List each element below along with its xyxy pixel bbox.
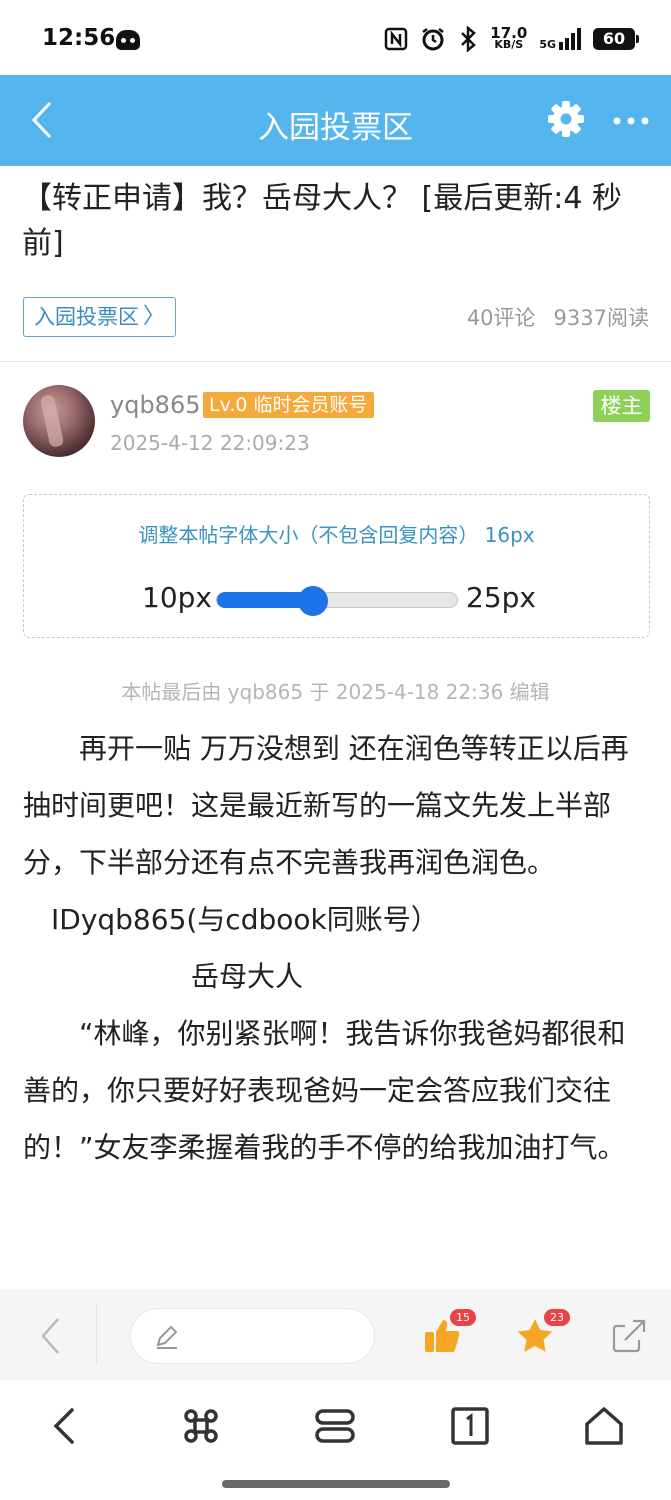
view-count: 9337阅读 xyxy=(553,306,649,330)
like-count-badge: 15 xyxy=(450,1309,476,1326)
gesture-home-bar[interactable] xyxy=(222,1480,450,1488)
app-header: 入园投票区 xyxy=(0,75,671,166)
font-size-slider[interactable] xyxy=(216,586,458,616)
font-size-adjuster: 调整本帖字体大小（不包含回复内容） 16px 10px 25px xyxy=(23,494,650,638)
signal-group: 5G xyxy=(539,28,581,50)
avatar[interactable] xyxy=(23,385,95,457)
op-badge: 楼主 xyxy=(593,390,650,422)
signal-icon xyxy=(559,28,581,50)
robot-app-icon xyxy=(116,30,140,50)
gear-icon[interactable] xyxy=(546,99,586,139)
reply-input[interactable] xyxy=(130,1308,375,1364)
post-title: 【转正申请】我？岳母大人？ [最后更新:4 秒前] xyxy=(22,181,622,261)
level-badge: Lv.0 临时会员账号 xyxy=(203,392,374,418)
content-paragraph: IDyqb865(与cdbook同账号） xyxy=(23,903,439,936)
post-time: 2025-4-12 22:09:23 xyxy=(110,431,310,455)
content-paragraph: 岳母大人 xyxy=(23,960,304,993)
system-nav-bar xyxy=(0,1380,671,1500)
post-stats: 40评论 9337阅读 xyxy=(467,302,649,332)
net-speed: 17.0 KB/S xyxy=(490,24,528,51)
font-size-min-label: 10px xyxy=(142,581,212,614)
status-icons: 17.0 KB/S 5G 60 xyxy=(384,24,639,52)
nfc-icon xyxy=(385,27,408,51)
content-paragraph: “林峰，你别紧张啊！我告诉你我爸妈都很和善的，你只要好好表现爸妈一定会答应我们交… xyxy=(23,1017,626,1164)
battery-icon: 60 xyxy=(593,28,639,50)
divider xyxy=(0,361,671,362)
more-dots-icon[interactable] xyxy=(610,101,652,141)
post-action-bar: 15 23 xyxy=(0,1290,671,1380)
command-icon[interactable] xyxy=(179,1404,223,1448)
status-time: 12:56 xyxy=(42,25,116,51)
alarm-icon xyxy=(422,28,445,51)
share-icon[interactable] xyxy=(609,1316,649,1356)
content-paragraph: 再开一贴 万万没想到 还在润色等转正以后再抽时间更吧！这是最近新写的一篇文先发上… xyxy=(23,732,629,879)
divider xyxy=(96,1305,97,1365)
pencil-icon xyxy=(156,1325,178,1349)
font-size-max-label: 25px xyxy=(466,581,536,614)
author-name[interactable]: yqb865 xyxy=(110,391,200,419)
tabs-icon[interactable] xyxy=(448,1404,492,1448)
chevron-right-icon: 〉 xyxy=(142,304,165,329)
bluetooth-icon xyxy=(461,26,477,52)
comment-count: 40评论 xyxy=(466,306,536,330)
network-type: 5G xyxy=(539,38,556,51)
forum-tag-label: 入园投票区 xyxy=(34,305,139,329)
favorite-count-badge: 23 xyxy=(544,1309,570,1326)
status-bar: 12:56 17.0 KB/S 5G 60 xyxy=(0,0,671,75)
menu-icon[interactable] xyxy=(313,1404,357,1448)
edit-note: 本帖最后由 yqb865 于 2025-4-18 22:36 编辑 xyxy=(121,680,550,704)
back-icon[interactable] xyxy=(44,1404,88,1448)
post-content: 再开一贴 万万没想到 还在润色等转正以后再抽时间更吧！这是最近新写的一篇文先发上… xyxy=(23,720,651,1176)
home-icon[interactable] xyxy=(582,1404,626,1448)
slider-thumb[interactable] xyxy=(298,586,328,616)
chevron-left-icon[interactable] xyxy=(36,1315,66,1357)
forum-tag-link[interactable]: 入园投票区 〉 xyxy=(23,297,176,337)
font-size-title: 调整本帖字体大小（不包含回复内容） 16px xyxy=(138,523,535,547)
